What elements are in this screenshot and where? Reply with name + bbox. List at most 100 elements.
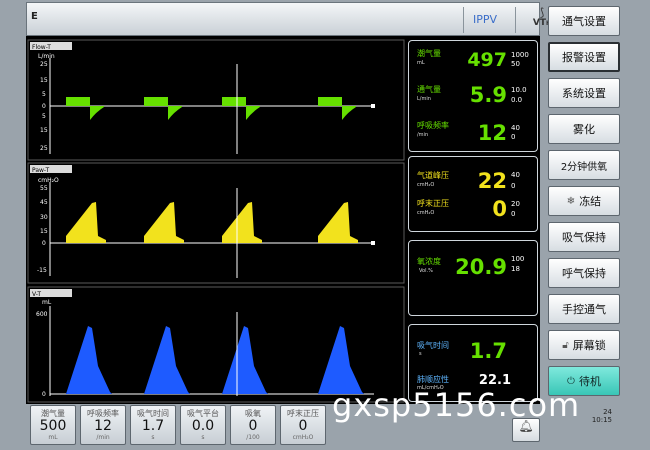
pressure-values-panel: 气道峰压 cmH₂O 22 40 0 呼末正压 cmH₂O 0 20 0 xyxy=(408,156,538,232)
lock-icon: 🔓︎ xyxy=(562,339,569,351)
peak-pressure-label: 气道峰压 xyxy=(417,171,449,180)
minute-volume-low-limit: 0.0 xyxy=(511,96,523,104)
resp-rate-label: 呼吸频率 xyxy=(417,121,449,130)
tidal-volume-high-limit: 1000 xyxy=(511,51,529,59)
flow-breath xyxy=(66,97,104,120)
param-value: 0 xyxy=(248,418,258,434)
tidal-volume-value: 497 xyxy=(467,49,507,71)
ventilation-mode[interactable]: IPPV xyxy=(473,13,497,26)
param-tidal-volume[interactable]: 潮气量 500 mL xyxy=(30,405,76,445)
flow-tick: 15 xyxy=(40,77,48,84)
volume-breath xyxy=(144,326,190,394)
param-resp-rate[interactable]: 呼吸频率 12 /min xyxy=(80,405,126,445)
trigger-label: VT xyxy=(532,18,547,28)
peak-pressure-unit: cmH₂O xyxy=(417,182,435,188)
pressure-tick: -15 xyxy=(37,267,47,274)
volume-unit: mL xyxy=(42,299,52,306)
pressure-breath xyxy=(66,202,106,243)
flow-title: Flow-T xyxy=(32,44,51,51)
waveform-area: Flow-T L/min 25 15 5 0 5 15 25 Paw-T cmH… xyxy=(27,39,405,403)
param-insp-pause[interactable]: 吸气平台 0.0 s xyxy=(180,405,226,445)
param-oxygen[interactable]: 吸氧 0 /100 xyxy=(230,405,276,445)
mode-indicator: E xyxy=(31,11,38,22)
peak-pressure-value: 22 xyxy=(477,169,507,193)
two-minute-oxygen-button[interactable]: 2分钟供氧 xyxy=(548,150,620,180)
param-insp-time[interactable]: 吸气时间 1.7 s xyxy=(130,405,176,445)
flow-tick: 0 xyxy=(42,103,46,110)
insp-time-label: 吸气时间 xyxy=(417,341,449,350)
monitor-screen: Flow-T L/min 25 15 5 0 5 15 25 Paw-T cmH… xyxy=(26,36,540,404)
tidal-volume-low-limit: 50 xyxy=(511,60,520,68)
freeze-label: 冻结 xyxy=(579,195,602,208)
peep-high-limit: 20 xyxy=(511,200,520,208)
resp-rate-low-limit: 0 xyxy=(511,133,516,141)
manual-vent-button[interactable]: 手控通气 xyxy=(548,294,620,324)
param-peep[interactable]: 呼末正压 0 cmH₂O xyxy=(280,405,326,445)
minute-volume-unit: L/min xyxy=(417,96,431,102)
param-unit: cmH₂O xyxy=(292,434,314,441)
pressure-breath xyxy=(318,202,358,243)
pressure-tick: 55 xyxy=(40,185,48,192)
volume-tick: 600 xyxy=(36,311,48,318)
oxygen-values-panel: 氧浓度 Vol.% 20.9 100 18 xyxy=(408,240,538,316)
oxygen-high-limit: 100 xyxy=(511,255,525,263)
param-unit: /100 xyxy=(246,434,260,441)
flow-tick: 25 xyxy=(40,61,48,68)
oxygen-low-limit: 18 xyxy=(511,265,520,273)
clock-time: 10:15 xyxy=(591,416,612,424)
snowflake-icon: ❄ xyxy=(566,195,576,207)
oxygen-unit: Vol.% xyxy=(419,268,433,274)
peep-unit: cmH₂O xyxy=(417,210,435,216)
param-unit: s xyxy=(151,434,155,441)
flow-tick: 15 xyxy=(40,127,48,134)
freeze-button[interactable]: ❄ 冻结 xyxy=(548,186,620,216)
peep-low-limit: 0 xyxy=(511,210,516,218)
minute-volume-value: 5.9 xyxy=(469,83,507,107)
standby-label: 待机 xyxy=(578,375,601,388)
resp-rate-unit: /min xyxy=(417,132,429,138)
insp-time-value: 1.7 xyxy=(469,339,507,363)
flow-tick: 5 xyxy=(42,113,46,120)
minute-volume-high-limit: 10.0 xyxy=(511,86,527,94)
param-value: 0 xyxy=(298,418,308,434)
insp-time-unit: s xyxy=(419,351,422,357)
volume-waveform-panel: V-T mL 600 0 xyxy=(27,286,405,403)
watermark-text: gxsp5156.com xyxy=(332,386,581,424)
pressure-tick: 30 xyxy=(40,214,48,221)
peep-label: 呼末正压 xyxy=(417,199,449,208)
screen-lock-button[interactable]: 🔓︎ 屏幕锁 xyxy=(548,330,620,360)
flow-tick: 5 xyxy=(42,91,46,98)
flow-breath xyxy=(318,97,356,120)
flow-breath xyxy=(144,97,182,120)
param-value: 0.0 xyxy=(191,418,215,434)
power-icon: ⏻ xyxy=(567,375,575,387)
tidal-volume-label: 潮气量 xyxy=(417,49,441,58)
oxygen-value: 20.9 xyxy=(455,255,507,279)
param-value: 1.7 xyxy=(141,418,165,434)
param-unit: mL xyxy=(48,434,58,441)
divider xyxy=(515,7,516,33)
oxygen-label: 氧浓度 xyxy=(417,257,441,266)
flow-breath xyxy=(222,97,260,120)
screen-lock-label: 屏幕锁 xyxy=(572,339,606,352)
pressure-tick: 0 xyxy=(42,240,46,247)
nebulize-button[interactable]: 雾化 xyxy=(548,114,620,144)
volume-title: V-T xyxy=(32,291,41,298)
peak-pressure-low-limit: 0 xyxy=(511,182,516,190)
exp-hold-button[interactable]: 呼气保持 xyxy=(548,258,620,288)
pressure-title: Paw-T xyxy=(32,167,50,174)
resp-rate-high-limit: 40 xyxy=(511,124,520,132)
clock-date: 24 xyxy=(603,408,612,416)
pressure-tick: 15 xyxy=(40,228,48,235)
peep-value: 0 xyxy=(492,197,507,221)
clock: 24 10:15 xyxy=(588,408,612,424)
pressure-tick: 45 xyxy=(40,199,48,206)
vent-settings-button[interactable]: 通气设置 xyxy=(548,6,620,36)
divider xyxy=(463,7,464,33)
alarm-settings-button[interactable]: 报警设置 xyxy=(548,42,620,72)
param-value: 12 xyxy=(94,418,112,434)
minute-volume-label: 通气量 xyxy=(417,85,441,94)
insp-hold-button[interactable]: 吸气保持 xyxy=(548,222,620,252)
volume-breath xyxy=(222,326,268,394)
system-settings-button[interactable]: 系统设置 xyxy=(548,78,620,108)
